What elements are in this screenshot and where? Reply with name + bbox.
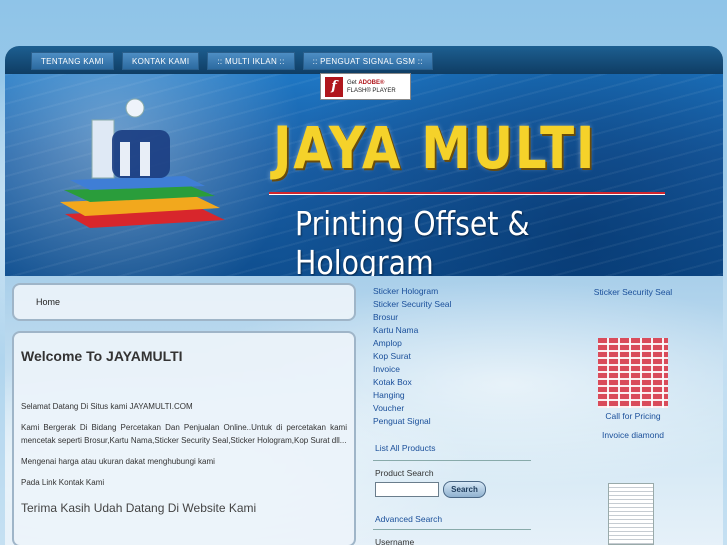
category-kotak-box[interactable]: Kotak Box [373, 376, 533, 389]
jm-logo-icon [60, 98, 225, 228]
list-all-products-link[interactable]: List All Products [375, 443, 435, 453]
nav-multi-iklan[interactable]: :: MULTI IKLAN :: [207, 52, 295, 70]
featured-next: Invoice diamond [583, 430, 683, 440]
contact-paragraph: Pada Link Kontak Kami [21, 478, 105, 487]
product-search-input[interactable] [375, 482, 439, 497]
closing-text: Terima Kasih Udah Datang Di Website Kami [21, 501, 257, 515]
security-seal-product-image[interactable] [598, 338, 668, 408]
category-hanging[interactable]: Hanging [373, 389, 533, 402]
brand-title: JAYA MULTI [273, 114, 597, 182]
category-sticker-hologram[interactable]: Sticker Hologram [373, 285, 533, 298]
category-penguat-signal[interactable]: Penguat Signal [373, 415, 533, 428]
featured-product-title[interactable]: Sticker Security Seal [583, 287, 683, 297]
invoice-product-image[interactable] [608, 483, 654, 545]
category-kop-surat[interactable]: Kop Surat [373, 350, 533, 363]
category-list: Sticker Hologram Sticker Security Seal B… [373, 285, 533, 428]
search-button[interactable]: Search [443, 481, 486, 498]
welcome-paragraph: Selamat Datang Di Situs kami JAYAMULTI.C… [21, 402, 193, 411]
brand-divider [269, 192, 665, 195]
main-nav: TENTANG KAMI KONTAK KAMI :: MULTI IKLAN … [31, 52, 433, 70]
nav-kontak-kami[interactable]: KONTAK KAMI [122, 52, 200, 70]
flash-icon: f [325, 76, 343, 97]
sidebar-divider [373, 460, 531, 461]
category-voucher[interactable]: Voucher [373, 402, 533, 415]
category-amplop[interactable]: Amplop [373, 337, 533, 350]
flash-get-label: Get [347, 79, 357, 86]
flash-product-label: FLASH® PLAYER [347, 87, 396, 94]
header-banner: JAYA MULTI Printing Offset & Hologram [5, 74, 723, 276]
get-flash-player-button[interactable]: f Get ADOBE® FLASH® PLAYER [320, 73, 411, 100]
category-brosur[interactable]: Brosur [373, 311, 533, 324]
category-sticker-security-seal[interactable]: Sticker Security Seal [373, 298, 533, 311]
category-invoice[interactable]: Invoice [373, 363, 533, 376]
featured-pricing: Call for Pricing [583, 411, 683, 421]
flash-text: Get ADOBE® FLASH® PLAYER [347, 79, 396, 95]
nav-penguat-signal[interactable]: :: PENGUAT SIGNAL GSM :: [302, 52, 433, 70]
sidebar-divider-2 [373, 529, 531, 530]
nav-tentang-kami[interactable]: TENTANG KAMI [31, 52, 115, 70]
breadcrumb: Home [12, 283, 356, 321]
pricing-paragraph: Mengenai harga atau ukuran dakat menghub… [21, 457, 215, 466]
invoice-diamond-link[interactable]: Invoice diamond [583, 430, 683, 440]
product-search-label: Product Search [375, 468, 434, 478]
page-title: Welcome To JAYAMULTI [21, 348, 183, 364]
main-content: Welcome To JAYAMULTI Selamat Datang Di S… [12, 331, 356, 545]
category-kartu-nama[interactable]: Kartu Nama [373, 324, 533, 337]
username-label: Username [375, 537, 415, 545]
featured-product: Sticker Security Seal [583, 287, 683, 297]
flash-brand-label: ADOBE® [358, 79, 385, 86]
brand-subtitle: Printing Offset & Hologram [295, 204, 530, 276]
call-for-pricing-link[interactable]: Call for Pricing [583, 411, 683, 421]
about-paragraph: Kami Bergerak Di Bidang Percetakan Dan P… [21, 423, 347, 445]
advanced-search-link[interactable]: Advanced Search [375, 514, 442, 524]
breadcrumb-home-link[interactable]: Home [36, 297, 60, 307]
